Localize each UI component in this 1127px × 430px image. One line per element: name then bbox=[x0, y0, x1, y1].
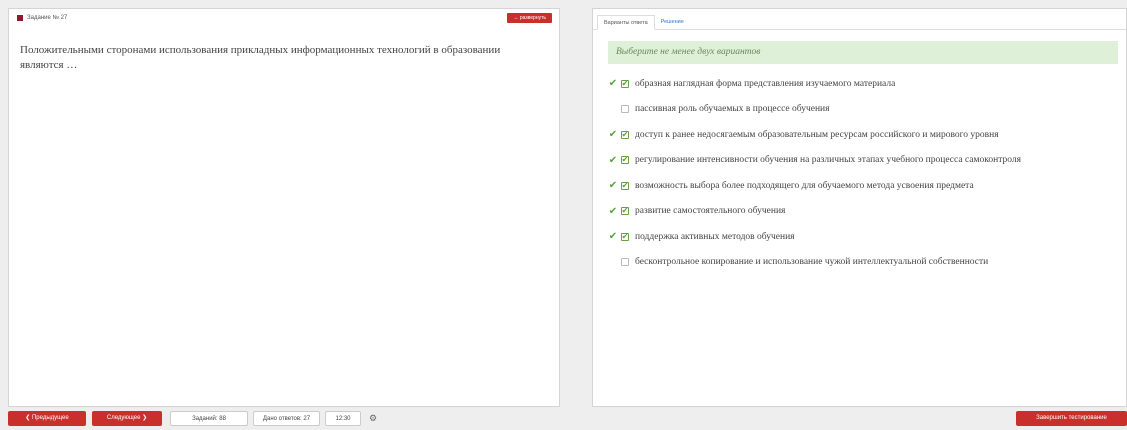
option-label: регулирование интенсивности обучения на … bbox=[635, 155, 1021, 166]
answer-option[interactable]: ✔ поддержка активных методов обучения bbox=[608, 224, 1021, 250]
answers-panel: Варианты ответа Решение Выберите не мене… bbox=[592, 8, 1127, 407]
correct-check-icon: ✔ bbox=[608, 78, 618, 90]
finish-test-button[interactable]: Завершить тестирование bbox=[1016, 411, 1127, 426]
option-checkbox[interactable] bbox=[621, 156, 629, 165]
option-checkbox[interactable] bbox=[621, 181, 629, 190]
option-checkbox[interactable] bbox=[621, 105, 629, 114]
answer-option[interactable]: ✔ возможность выбора более подходящего дл… bbox=[608, 173, 1021, 199]
correct-check-icon: ✔ bbox=[608, 231, 618, 243]
settings-icon[interactable]: ⚙ bbox=[366, 411, 380, 426]
option-label: образная наглядная форма представления и… bbox=[635, 78, 896, 89]
option-label: возможность выбора более подходящего для… bbox=[635, 180, 974, 191]
answer-option[interactable]: пассивная роль обучаемых в процессе обуч… bbox=[608, 97, 1021, 123]
option-label: доступ к ранее недосягаемым образователь… bbox=[635, 129, 999, 140]
correct-check-icon: ✔ bbox=[608, 205, 618, 217]
option-checkbox[interactable] bbox=[621, 79, 629, 88]
answer-option[interactable]: ✔ регулирование интенсивности обучения на… bbox=[608, 148, 1021, 174]
next-button[interactable]: Следующее ❯ bbox=[92, 411, 162, 426]
correct-check-icon: ✔ bbox=[608, 154, 618, 166]
previous-button[interactable]: ❮ Предыдущее bbox=[8, 411, 86, 426]
tab-solution[interactable]: Решение bbox=[655, 15, 690, 30]
option-label: развитие самостоятельного обучения bbox=[635, 206, 786, 217]
option-checkbox[interactable] bbox=[621, 130, 629, 139]
question-text: Положительными сторонами использования п… bbox=[20, 44, 501, 71]
option-checkbox[interactable] bbox=[621, 207, 629, 216]
timer: 12:30 bbox=[325, 411, 361, 426]
answer-option[interactable]: ✔ образная наглядная форма представления … bbox=[608, 71, 1021, 97]
task-panel: Задание № 27 ↔ развернуть Положительными… bbox=[8, 8, 560, 407]
task-square-icon bbox=[17, 15, 23, 21]
option-label: пассивная роль обучаемых в процессе обуч… bbox=[635, 104, 830, 115]
answer-option[interactable]: бесконтрольное копирование и использован… bbox=[608, 250, 1021, 276]
option-label: бесконтрольное копирование и использован… bbox=[635, 257, 989, 268]
task-header: Задание № 27 bbox=[17, 15, 67, 21]
option-label: поддержка активных методов обучения bbox=[635, 231, 795, 242]
correct-check-icon: ✔ bbox=[608, 180, 618, 192]
answer-option[interactable]: ✔ развитие самостоятельного обучения bbox=[608, 199, 1021, 225]
answers-count: Дано ответов: 27 bbox=[253, 411, 320, 426]
option-checkbox[interactable] bbox=[621, 258, 629, 267]
correct-check-icon: ✔ bbox=[608, 129, 618, 141]
tab-answers[interactable]: Варианты ответа bbox=[597, 15, 655, 30]
tab-bar: Варианты ответа Решение bbox=[593, 15, 1126, 30]
tasks-count: Заданий: 88 bbox=[170, 411, 248, 426]
options-list: ✔ образная наглядная форма представления … bbox=[608, 71, 1021, 275]
option-checkbox[interactable] bbox=[621, 232, 629, 241]
hint-banner: Выберите не менее двух вариантов bbox=[608, 41, 1118, 64]
expand-button[interactable]: ↔ развернуть bbox=[507, 13, 552, 23]
answer-option[interactable]: ✔ доступ к ранее недосягаемым образовател… bbox=[608, 122, 1021, 148]
task-number: Задание № 27 bbox=[27, 15, 68, 21]
